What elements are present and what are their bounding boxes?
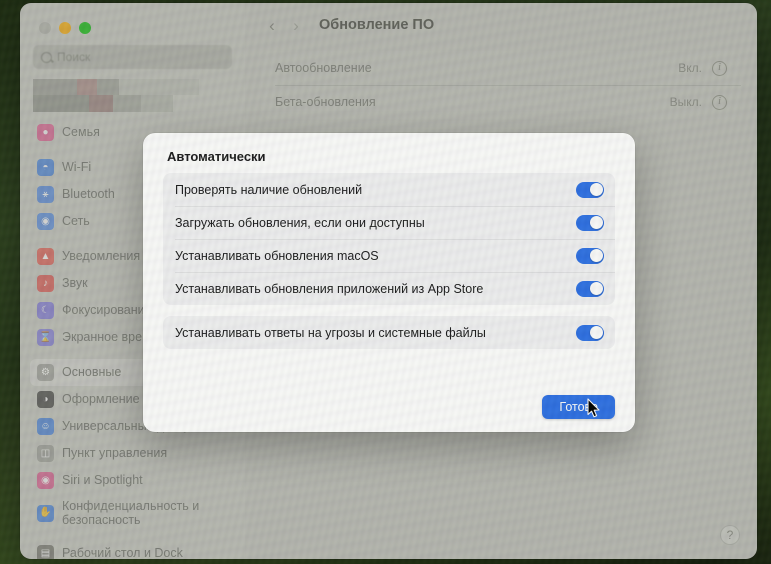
info-circle-icon[interactable]: i [712,94,727,110]
option-check-for-updates[interactable]: Проверять наличие обновлений [163,173,615,206]
options-card-security: Устанавливать ответы на угрозы и системн… [163,316,615,349]
sidebar-item-label: Рабочий стол и Dock [62,546,183,559]
sidebar-item-label: Wi-Fi [62,160,92,175]
row-value: Вкл. [678,61,702,75]
toggle-install-macos-updates[interactable] [576,247,604,264]
control-center-icon: ◫ [37,445,54,462]
toggle-download-updates[interactable] [576,214,604,231]
automatic-updates-dialog: Автоматически Проверять наличие обновлен… [143,133,635,432]
sidebar-item-label: Семья [62,125,100,140]
redaction-block [33,95,89,112]
option-label: Устанавливать ответы на угрозы и системн… [175,325,486,340]
focus-icon: ☾ [37,302,54,319]
search-placeholder: Поиск [57,50,91,64]
privacy-icon: ✋ [37,504,54,522]
sidebar-item-label: Конфиденциальность и безопасность [62,498,200,527]
bluetooth-icon: ⚹ [37,186,54,203]
row-beta-updates[interactable]: Бета-обновления Выкл. i [261,85,741,119]
sound-icon: ♪ [37,275,54,292]
maximize-window-button[interactable] [79,21,91,34]
siri-icon: ◉ [37,472,54,489]
search-icon [41,51,52,63]
toggle-knob [589,326,603,339]
window-traffic-lights [30,3,235,39]
dialog-footer: Готово [163,395,615,432]
toggle-knob [589,282,603,295]
option-security-responses[interactable]: Устанавливать ответы на угрозы и системн… [163,316,615,349]
sidebar-item-desktop-dock[interactable]: ▤ Рабочий стол и Dock [30,540,235,559]
sidebar-item-label: Сеть [62,214,90,229]
desktop-background: Поиск ● Семья ◓ Wi-Fi ⚹ Bluetooth ◉ Сеть… [0,0,771,564]
toggle-install-app-store-updates[interactable] [576,280,604,297]
notifications-icon: ▲ [37,248,54,265]
desktop-dock-icon: ▤ [37,545,54,559]
sidebar-item-control-center[interactable]: ◫ Пункт управления [30,440,235,467]
general-icon: ⚙ [37,364,54,381]
wifi-icon: ◓ [37,159,54,176]
forward-button[interactable]: › [289,17,303,34]
sidebar-item-siri-spotlight[interactable]: ◉ Siri и Spotlight [30,467,235,494]
page-title: Обновление ПО [319,17,435,33]
content-header: ‹ › Обновление ПО [245,3,757,47]
row-value: Выкл. [669,95,702,109]
sidebar-item-label: Оформление [62,392,140,407]
sidebar-item-label: Уведомления [62,249,141,264]
row-label: Бета-обновления [275,95,376,109]
network-icon: ◉ [37,213,54,230]
info-circle-icon[interactable]: i [712,60,727,76]
row-auto-update[interactable]: Автообновление Вкл. i [261,51,741,85]
dialog-title: Автоматически [167,149,266,164]
option-label: Устанавливать обновления приложений из A… [175,281,484,296]
sidebar-item-label: Фокусирование [62,303,152,318]
account-block-redacted[interactable] [33,79,232,113]
option-download-updates[interactable]: Загружать обновления, если они доступны [163,206,615,239]
minimize-window-button[interactable] [59,21,71,34]
redaction-block [113,95,141,112]
accessibility-icon: ☺ [37,418,54,435]
redaction-block [141,95,173,112]
options-card-primary: Проверять наличие обновлений Загружать о… [163,173,615,305]
option-label: Загружать обновления, если они доступны [175,215,425,230]
settings-card: Автообновление Вкл. i Бета-обновления Вы… [261,51,741,119]
back-button[interactable]: ‹ [265,17,279,34]
sidebar-item-label: Основные [62,365,122,380]
sidebar-group-desktop: ▤ Рабочий стол и Dock [30,540,235,559]
redaction-block [77,79,97,95]
sidebar-item-label: Siri и Spotlight [62,473,143,488]
redaction-block [89,95,113,112]
toggle-knob [589,216,603,229]
toggle-knob [589,249,603,262]
option-install-app-store-updates[interactable]: Устанавливать обновления приложений из A… [163,272,615,305]
option-label: Устанавливать обновления macOS [175,248,379,263]
option-label: Проверять наличие обновлений [175,182,363,197]
toggle-security-responses[interactable] [576,324,604,341]
done-button[interactable]: Готово [542,395,615,419]
sidebar-item-label: Звук [62,276,88,291]
appearance-icon: ◑ [37,391,54,408]
sidebar-item-label: Пункт управления [62,446,168,461]
row-label: Автообновление [275,61,372,75]
sidebar-item-label: Bluetooth [62,187,115,202]
option-install-macos-updates[interactable]: Устанавливать обновления macOS [163,239,615,272]
toggle-check-for-updates[interactable] [576,181,604,198]
family-icon: ● [37,124,54,141]
redaction-block [119,79,199,95]
help-button[interactable]: ? [720,525,740,545]
toggle-knob [589,183,603,196]
redaction-block [33,79,77,95]
screen-time-icon: ⌛ [37,329,54,346]
close-window-button[interactable] [39,21,51,34]
redaction-block [97,79,119,95]
sidebar-item-privacy-security[interactable]: ✋ Конфиденциальность и безопасность [30,494,235,532]
search-input[interactable]: Поиск [33,45,232,69]
